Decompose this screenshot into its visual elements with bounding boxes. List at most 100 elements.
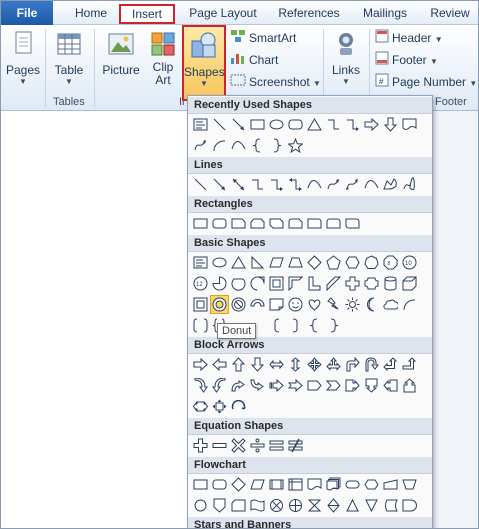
- predefined-shape-icon[interactable]: [267, 475, 286, 494]
- shapes-button[interactable]: Shapes ▼: [182, 25, 226, 101]
- elbow-shape-icon[interactable]: [248, 175, 267, 194]
- left-right-arrow-shape-icon[interactable]: [267, 355, 286, 374]
- up-down-arrow-shape-icon[interactable]: [286, 355, 305, 374]
- cross-shape-icon[interactable]: [343, 274, 362, 293]
- dodecagon-shape-icon[interactable]: 12: [191, 274, 210, 293]
- snip-diag-shape-icon[interactable]: [267, 214, 286, 233]
- bent-up-shape-icon[interactable]: [400, 355, 419, 374]
- flowchart-doc-shape-icon[interactable]: [305, 475, 324, 494]
- minus-shape-icon[interactable]: [210, 436, 229, 455]
- sun-shape-icon[interactable]: [343, 295, 362, 314]
- left-brace-shape-icon[interactable]: [305, 316, 324, 335]
- down-arrow-shape-icon[interactable]: [381, 115, 400, 134]
- cloud-shape-icon[interactable]: [381, 295, 400, 314]
- round2-shape-icon[interactable]: [324, 214, 343, 233]
- stored-data-shape-icon[interactable]: [381, 496, 400, 515]
- frame-shape-icon[interactable]: [267, 274, 286, 293]
- snip1-shape-icon[interactable]: [229, 214, 248, 233]
- parallelogram-shape-icon[interactable]: [248, 475, 267, 494]
- right-arrow-shape-icon[interactable]: [362, 115, 381, 134]
- merge-shape-icon[interactable]: [362, 496, 381, 515]
- rectangle-shape-icon[interactable]: [248, 115, 267, 134]
- tab-home[interactable]: Home: [69, 4, 113, 24]
- punched-tape-shape-icon[interactable]: [248, 496, 267, 515]
- plus-shape-icon[interactable]: [191, 436, 210, 455]
- diamond-shape-icon[interactable]: [229, 475, 248, 494]
- elbow-shape-icon[interactable]: [324, 115, 343, 134]
- rectangle-shape-icon[interactable]: [191, 214, 210, 233]
- hexagon-shape-icon[interactable]: [343, 253, 362, 272]
- elbow-arrow-shape-icon[interactable]: [267, 175, 286, 194]
- card-shape-icon[interactable]: [229, 496, 248, 515]
- multidoc-shape-icon[interactable]: [324, 475, 343, 494]
- picture-button[interactable]: Picture: [99, 29, 143, 89]
- textbox-shape-icon[interactable]: [191, 253, 210, 272]
- chevron-shape-icon[interactable]: [324, 376, 343, 395]
- pentagon-arrow-shape-icon[interactable]: [305, 376, 324, 395]
- block-arc-shape-icon[interactable]: [248, 295, 267, 314]
- pages-button[interactable]: Pages ▼: [5, 29, 41, 89]
- donut-shape-icon[interactable]: [210, 295, 229, 314]
- freeform-shape-icon[interactable]: [381, 175, 400, 194]
- left-right-up-shape-icon[interactable]: [324, 355, 343, 374]
- heart-shape-icon[interactable]: [305, 295, 324, 314]
- curved-left-shape-icon[interactable]: [210, 376, 229, 395]
- heptagon-shape-icon[interactable]: [362, 253, 381, 272]
- textbox-shape-icon[interactable]: [191, 115, 210, 134]
- plaque-shape-icon[interactable]: [362, 274, 381, 293]
- curved-down-shape-icon[interactable]: [248, 376, 267, 395]
- pie-shape-icon[interactable]: [210, 274, 229, 293]
- manual-op-shape-icon[interactable]: [400, 475, 419, 494]
- sort-shape-icon[interactable]: [324, 496, 343, 515]
- lightning-shape-icon[interactable]: [324, 295, 343, 314]
- curve-shape-icon[interactable]: [305, 175, 324, 194]
- equal-shape-icon[interactable]: [267, 436, 286, 455]
- smiley-shape-icon[interactable]: [286, 295, 305, 314]
- terminator-shape-icon[interactable]: [343, 475, 362, 494]
- left-callout-shape-icon[interactable]: [381, 376, 400, 395]
- delay-shape-icon[interactable]: [400, 496, 419, 515]
- right-brace-shape-icon[interactable]: [324, 316, 343, 335]
- arrow-line-shape-icon[interactable]: [210, 175, 229, 194]
- or-shape-icon[interactable]: [286, 496, 305, 515]
- curve-arrow-shape-icon[interactable]: [191, 136, 210, 155]
- diag-stripe-shape-icon[interactable]: [324, 274, 343, 293]
- triangle-shape-icon[interactable]: [229, 253, 248, 272]
- bevel-shape-icon[interactable]: [191, 295, 210, 314]
- up-callout-shape-icon[interactable]: [400, 376, 419, 395]
- half-frame-shape-icon[interactable]: [286, 274, 305, 293]
- right-triangle-shape-icon[interactable]: [248, 253, 267, 272]
- scribble-shape-icon[interactable]: [400, 175, 419, 194]
- arrow-line-shape-icon[interactable]: [229, 115, 248, 134]
- screenshot-button[interactable]: Screenshot ▼: [230, 73, 321, 91]
- right-bracket-shape-icon[interactable]: [286, 316, 305, 335]
- u-turn-shape-icon[interactable]: [362, 355, 381, 374]
- no-symbol-shape-icon[interactable]: [229, 295, 248, 314]
- snip-round-shape-icon[interactable]: [286, 214, 305, 233]
- curve-double-shape-icon[interactable]: [343, 175, 362, 194]
- moon-shape-icon[interactable]: [362, 295, 381, 314]
- round-diag-shape-icon[interactable]: [343, 214, 362, 233]
- round1-shape-icon[interactable]: [305, 214, 324, 233]
- striped-right-shape-icon[interactable]: [267, 376, 286, 395]
- circular-arrow-shape-icon[interactable]: [229, 397, 248, 416]
- folded-corner-shape-icon[interactable]: [267, 295, 286, 314]
- quad-callout-shape-icon[interactable]: [210, 397, 229, 416]
- left-brace-shape-icon[interactable]: [248, 136, 267, 155]
- down-arrow-shape-icon[interactable]: [248, 355, 267, 374]
- header-button[interactable]: Header ▼: [375, 29, 443, 47]
- tab-mailings[interactable]: Mailings: [356, 4, 414, 24]
- preparation-shape-icon[interactable]: [362, 475, 381, 494]
- tab-review[interactable]: Review: [425, 4, 475, 24]
- star-shape-icon[interactable]: [286, 136, 305, 155]
- table-button[interactable]: Table ▼: [49, 29, 89, 89]
- diamond-shape-icon[interactable]: [305, 253, 324, 272]
- rounded-rect-shape-icon[interactable]: [286, 115, 305, 134]
- up-arrow-shape-icon[interactable]: [229, 355, 248, 374]
- rounded-rect-shape-icon[interactable]: [210, 214, 229, 233]
- document-area[interactable]: [1, 111, 187, 528]
- bent-arrow-shape-icon[interactable]: [343, 355, 362, 374]
- manual-input-shape-icon[interactable]: [381, 475, 400, 494]
- extract-shape-icon[interactable]: [343, 496, 362, 515]
- links-button[interactable]: Links ▼: [327, 29, 365, 89]
